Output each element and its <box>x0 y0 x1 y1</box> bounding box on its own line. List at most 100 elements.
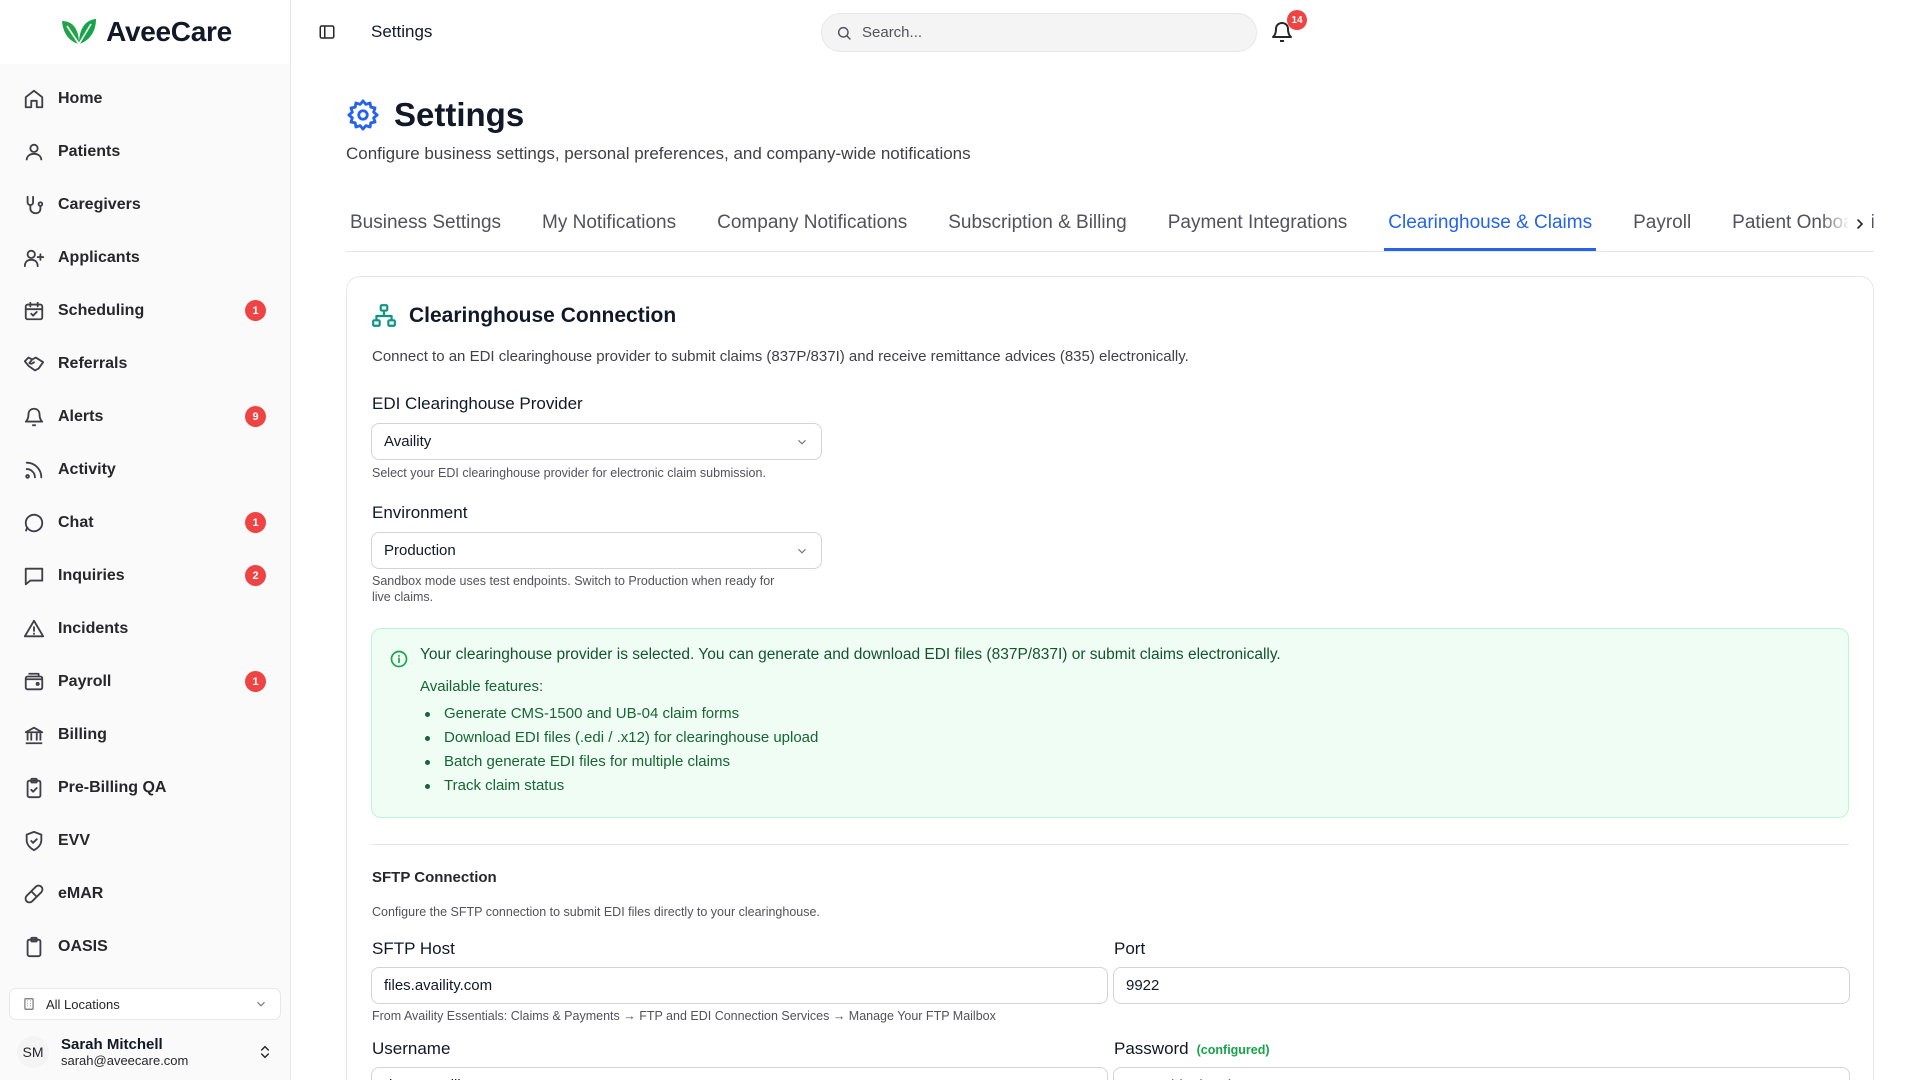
sidebar-item-inquiries[interactable]: Inquiries 2 <box>0 549 290 602</box>
sidebar-item-alerts[interactable]: Alerts 9 <box>0 390 290 443</box>
user-name: Sarah Mitchell <box>61 1036 163 1053</box>
sidebar-item-label: Activity <box>58 460 116 478</box>
features-heading: Available features: <box>420 678 544 695</box>
tab-subscription-billing[interactable]: Subscription & Billing <box>944 196 1130 251</box>
info-message: Your clearinghouse provider is selected.… <box>420 646 1281 663</box>
location-select-value: All Locations <box>46 996 120 1012</box>
clipboard-list-icon <box>22 935 46 959</box>
brand-logo[interactable]: AveeCare <box>0 0 290 64</box>
sidebar-item-label: EVV <box>58 831 91 849</box>
provider-select[interactable]: Availity <box>371 423 822 460</box>
provider-hint: Select your EDI clearinghouse provider f… <box>372 466 766 480</box>
sidebar-item-evv[interactable]: EVV <box>0 814 290 867</box>
username-input[interactable] <box>371 1067 1108 1080</box>
wallet-icon <box>22 670 46 694</box>
shield-check-icon <box>22 829 46 853</box>
port-input[interactable] <box>1113 967 1850 1004</box>
global-search[interactable] <box>821 13 1257 52</box>
sidebar-item-label: Patients <box>58 142 121 160</box>
password-label-text: Password <box>1114 1039 1189 1058</box>
clearinghouse-info-alert: Your clearinghouse provider is selected.… <box>371 628 1849 818</box>
sidebar-item-label: Caregivers <box>58 195 141 213</box>
building-icon <box>22 997 36 1011</box>
sidebar-item-pre-billing-qa[interactable]: Pre-Billing QA <box>0 761 290 814</box>
user-menu[interactable]: SM Sarah Mitchell sarah@aveecare.com <box>9 1030 281 1074</box>
chevron-down-icon <box>254 997 268 1011</box>
environment-hint-line-2: live claims. <box>372 590 434 604</box>
bank-icon <box>22 723 46 747</box>
home-icon <box>22 87 46 111</box>
username-label: Username <box>372 1039 451 1058</box>
stethoscope-icon <box>22 193 46 217</box>
gear-icon <box>346 98 380 132</box>
location-select[interactable]: All Locations <box>9 988 281 1020</box>
clearinghouse-card: Clearinghouse Connection Connect to an E… <box>346 276 1874 1080</box>
tab-payment-integrations[interactable]: Payment Integrations <box>1164 196 1352 251</box>
sidebar-item-label: Payroll <box>58 672 112 690</box>
leaf-logo-icon <box>58 17 100 47</box>
pill-icon <box>22 882 46 906</box>
sidebar-item-scheduling[interactable]: Scheduling 1 <box>0 284 290 337</box>
environment-select[interactable]: Production <box>371 532 822 569</box>
inquiries-badge: 2 <box>245 565 266 586</box>
sidebar-item-incidents[interactable]: Incidents <box>0 602 290 655</box>
page-header: Settings <box>346 96 524 134</box>
rss-icon <box>22 458 46 482</box>
search-icon <box>836 25 852 41</box>
brand-name: AveeCare <box>106 16 232 47</box>
sidebar-item-label: OASIS <box>58 937 108 955</box>
sidebar-item-oasis[interactable]: OASIS <box>0 920 290 973</box>
sidebar-toggle-icon[interactable] <box>315 20 339 44</box>
notification-count-badge: 14 <box>1287 10 1307 30</box>
tab-company-notifications[interactable]: Company Notifications <box>713 196 911 251</box>
message-square-icon <box>22 564 46 588</box>
environment-hint-line-1: Sandbox mode uses test endpoints. Switch… <box>372 574 775 588</box>
sidebar-item-label: Alerts <box>58 407 104 425</box>
search-input[interactable] <box>862 24 1242 41</box>
sidebar-item-caregivers[interactable]: Caregivers <box>0 178 290 231</box>
payroll-badge: 1 <box>245 671 266 692</box>
sidebar-item-payroll[interactable]: Payroll 1 <box>0 655 290 708</box>
list-item: Download EDI files (.edi / .x12) for cle… <box>420 726 818 750</box>
provider-label: EDI Clearinghouse Provider <box>372 394 583 413</box>
sidebar-item-billing[interactable]: Billing <box>0 708 290 761</box>
calendar-check-icon <box>22 299 46 323</box>
sidebar-item-applicants[interactable]: Applicants <box>0 231 290 284</box>
sftp-section-description: Configure the SFTP connection to submit … <box>372 905 820 919</box>
tab-my-notifications[interactable]: My Notifications <box>538 196 680 251</box>
sidebar-item-referrals[interactable]: Referrals <box>0 337 290 390</box>
sidebar-item-label: Billing <box>58 725 107 743</box>
port-label: Port <box>1114 939 1146 958</box>
page-subtitle: Configure business settings, personal pr… <box>346 144 971 163</box>
chevron-right-icon[interactable] <box>1848 212 1872 236</box>
tab-payroll[interactable]: Payroll <box>1629 196 1695 251</box>
breadcrumb[interactable]: Settings <box>371 22 432 42</box>
clipboard-check-icon <box>22 776 46 800</box>
settings-tabs: Business Settings My Notifications Compa… <box>346 196 1874 252</box>
sidebar-item-patients[interactable]: Patients <box>0 125 290 178</box>
provider-select-value: Availity <box>384 433 432 450</box>
password-input[interactable] <box>1113 1067 1850 1080</box>
chevron-down-icon <box>795 435 809 449</box>
user-email: sarah@aveecare.com <box>61 1053 189 1068</box>
sftp-host-input[interactable] <box>371 967 1108 1004</box>
list-item: Batch generate EDI files for multiple cl… <box>420 750 818 774</box>
sidebar-item-label: Scheduling <box>58 301 145 319</box>
sidebar-item-chat[interactable]: Chat 1 <box>0 496 290 549</box>
sftp-section-title: SFTP Connection <box>372 869 497 886</box>
network-icon <box>371 303 397 329</box>
sidebar-item-label: Inquiries <box>58 566 125 584</box>
sidebar-item-emar[interactable]: eMAR <box>0 867 290 920</box>
password-configured-badge: (configured) <box>1196 1043 1270 1057</box>
tab-business-settings[interactable]: Business Settings <box>346 196 505 251</box>
page-title: Settings <box>394 96 525 133</box>
sidebar-nav: Home Patients Caregivers Applicants Sche… <box>0 64 290 973</box>
sidebar-item-home[interactable]: Home <box>0 72 290 125</box>
sidebar-item-activity[interactable]: Activity <box>0 443 290 496</box>
scheduling-badge: 1 <box>245 300 266 321</box>
handshake-icon <box>22 352 46 376</box>
sftp-host-label: SFTP Host <box>372 939 455 958</box>
sidebar-item-label: eMAR <box>58 884 104 902</box>
tab-clearinghouse-claims[interactable]: Clearinghouse & Claims <box>1384 196 1596 251</box>
environment-label: Environment <box>372 503 468 522</box>
